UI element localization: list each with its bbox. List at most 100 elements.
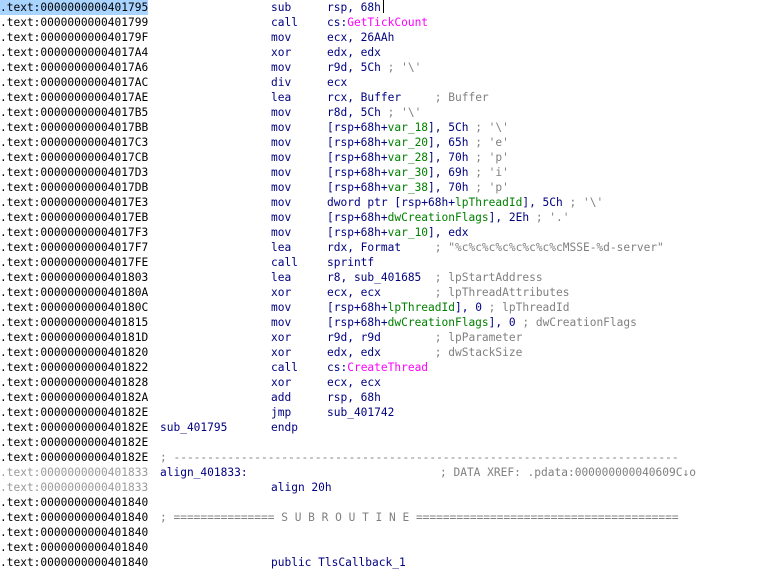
instruction-mnemonic[interactable]: mov [271, 225, 291, 240]
code-line[interactable]: .text:0000000000401815 mov [rsp+68h+dwCrea… [0, 315, 759, 330]
stack-variable-name[interactable]: var_28 [388, 151, 428, 164]
instruction-mnemonic[interactable]: lea [271, 270, 291, 285]
code-line[interactable]: .text:00000000004017AC div ecx [0, 75, 759, 90]
instruction-mnemonic[interactable]: call [271, 360, 298, 375]
instruction-operands[interactable]: [rsp+68h+var_28], 70h ; 'p' [327, 150, 509, 165]
instruction-mnemonic[interactable]: jmp [271, 405, 291, 420]
instruction-operands[interactable]: edx, edx ; dwStackSize [327, 345, 522, 360]
code-line[interactable]: .text:00000000004017E3 mov dword ptr [rsp+… [0, 195, 759, 210]
instruction-mnemonic[interactable]: call [271, 255, 298, 270]
code-line[interactable]: .text:000000000040179F mov ecx, 26AAh [0, 30, 759, 45]
code-line[interactable]: .text:00000000004017BB mov [rsp+68h+var_18… [0, 120, 759, 135]
instruction-mnemonic[interactable]: add [271, 390, 291, 405]
instruction-operands[interactable]: [rsp+68h+lpThreadId], 0 ; lpThreadId [327, 300, 570, 315]
code-line[interactable]: .text:00000000004017A4 xor edx, edx [0, 45, 759, 60]
instruction-operands[interactable]: rcx, Buffer ; Buffer [327, 90, 489, 105]
instruction-operands[interactable]: [rsp+68h+var_18], 5Ch ; '\' [327, 120, 509, 135]
code-line[interactable]: .text:0000000000401840 public TlsCallback… [0, 555, 759, 570]
code-line[interactable]: .text:000000000040182A add rsp, 68h [0, 390, 759, 405]
instruction-mnemonic[interactable]: mov [271, 195, 291, 210]
instruction-operands[interactable]: [rsp+68h+dwCreationFlags], 0 ; dwCreatio… [327, 315, 637, 330]
instruction-operands[interactable]: rsp, 68h [327, 390, 381, 405]
code-line[interactable]: .text:00000000004017F7 lea rdx, Format ; "… [0, 240, 759, 255]
instruction-mnemonic[interactable]: mov [271, 150, 291, 165]
instruction-mnemonic[interactable]: div [271, 75, 291, 90]
instruction-operands[interactable]: [rsp+68h+var_20], 65h ; 'e' [327, 135, 509, 150]
instruction-operands[interactable]: ecx, ecx ; lpThreadAttributes [327, 285, 570, 300]
instruction-mnemonic[interactable]: mov [271, 120, 291, 135]
instruction-mnemonic[interactable]: mov [271, 60, 291, 75]
blank-line[interactable]: .text:0000000000401840 [0, 495, 759, 510]
instruction-operands[interactable]: sprintf [327, 255, 374, 270]
code-line[interactable]: .text:00000000004017AE lea rcx, Buffer ; B… [0, 90, 759, 105]
stack-variable-name[interactable]: var_30 [388, 166, 428, 179]
function-label[interactable]: sub_401795 [160, 420, 227, 435]
code-line[interactable]: .text:00000000004017EB mov [rsp+68h+dwCrea… [0, 210, 759, 225]
code-line[interactable]: .text:000000000040181D xor r9d, r9d ; lpPa… [0, 330, 759, 345]
instruction-mnemonic[interactable]: mov [271, 30, 291, 45]
instruction-operands[interactable]: ecx, ecx [327, 375, 381, 390]
code-line[interactable]: .text:00000000004017D3 mov [rsp+68h+var_30… [0, 165, 759, 180]
public-declaration[interactable]: public TlsCallback_1 [271, 555, 406, 570]
instruction-operands[interactable]: rsp, 68h [327, 0, 384, 15]
stack-variable-name[interactable]: var_20 [388, 136, 428, 149]
instruction-operands[interactable]: r9d, 5Ch ; '\' [327, 60, 421, 75]
code-line[interactable]: .text:0000000000401828 xor ecx, ecx [0, 375, 759, 390]
instruction-operands[interactable]: r8d, 5Ch ; '\' [327, 105, 421, 120]
imported-function-name[interactable]: GetTickCount [347, 16, 428, 29]
instruction-operands[interactable]: dword ptr [rsp+68h+lpThreadId], 5Ch ; '\… [327, 195, 603, 210]
stack-variable-name[interactable]: dwCreationFlags [388, 211, 489, 224]
instruction-operands[interactable]: sub_401742 [327, 405, 394, 420]
instruction-operands[interactable]: r8, sub_401685 ; lpStartAddress [327, 270, 543, 285]
code-line[interactable]: .text:00000000004017CB mov [rsp+68h+var_28… [0, 150, 759, 165]
instruction-mnemonic[interactable]: mov [271, 105, 291, 120]
separator-line[interactable]: .text:0000000000401840 ; =============== … [0, 510, 759, 525]
instruction-mnemonic[interactable]: lea [271, 240, 291, 255]
code-line[interactable]: .text:00000000004017A6 mov r9d, 5Ch ; '\' [0, 60, 759, 75]
blank-line[interactable]: .text:000000000040182E [0, 435, 759, 450]
instruction-operands[interactable]: ecx, 26AAh [327, 30, 394, 45]
instruction-mnemonic[interactable]: sub [271, 0, 291, 15]
instruction-mnemonic[interactable]: xor [271, 45, 291, 60]
code-line[interactable]: .text:00000000004017DB mov [rsp+68h+var_38… [0, 180, 759, 195]
instruction-operands[interactable]: edx, edx [327, 45, 381, 60]
code-line[interactable]: .text:000000000040182E jmp sub_401742 [0, 405, 759, 420]
instruction-mnemonic[interactable]: mov [271, 315, 291, 330]
code-line[interactable]: .text:00000000004017B5 mov r8d, 5Ch ; '\' [0, 105, 759, 120]
instruction-mnemonic[interactable]: mov [271, 300, 291, 315]
code-line[interactable]: .text:00000000004017C3 mov [rsp+68h+var_20… [0, 135, 759, 150]
data-xref-comment[interactable]: ; DATA XREF: .pdata:000000000040609C↓o [440, 465, 696, 480]
code-line[interactable]: .text:00000000004017FE call sprintf [0, 255, 759, 270]
instruction-mnemonic[interactable]: xor [271, 375, 291, 390]
code-line[interactable]: .text:0000000000401822 call cs:CreateThrea… [0, 360, 759, 375]
align-label[interactable]: align_401833: [160, 465, 248, 480]
stack-variable-name[interactable]: var_18 [388, 121, 428, 134]
instruction-operands[interactable]: r9d, r9d ; lpParameter [327, 330, 522, 345]
instruction-operands[interactable]: cs:GetTickCount [327, 15, 428, 30]
code-line[interactable]: .text:000000000040182E sub_401795 endp [0, 420, 759, 435]
instruction-mnemonic[interactable]: call [271, 15, 298, 30]
instruction-mnemonic[interactable]: xor [271, 330, 291, 345]
code-line[interactable]: .text:0000000000401833 align 20h [0, 480, 759, 495]
instruction-operands[interactable]: [rsp+68h+var_10], edx [327, 225, 468, 240]
stack-variable-name[interactable]: var_10 [388, 226, 428, 239]
code-line[interactable]: .text:00000000004017F3 mov [rsp+68h+var_10… [0, 225, 759, 240]
disassembly-view[interactable]: .text:0000000000401795 sub rsp, 68h .text:0… [0, 0, 759, 573]
code-line[interactable]: .text:0000000000401833 align_401833: ; DAT… [0, 465, 759, 480]
code-line[interactable]: .text:0000000000401803 lea r8, sub_401685 … [0, 270, 759, 285]
instruction-mnemonic[interactable]: mov [271, 165, 291, 180]
stack-variable-name[interactable]: var_38 [388, 181, 428, 194]
code-line[interactable]: .text:0000000000401820 xor edx, edx ; dwSt… [0, 345, 759, 360]
code-line[interactable]: .text:0000000000401795 sub rsp, 68h [0, 0, 759, 15]
code-line[interactable]: .text:000000000040180A xor ecx, ecx ; lpTh… [0, 285, 759, 300]
instruction-operands[interactable]: [rsp+68h+var_38], 70h ; 'p' [327, 180, 509, 195]
imported-function-name[interactable]: CreateThread [347, 361, 428, 374]
instruction-operands[interactable]: [rsp+68h+dwCreationFlags], 2Eh ; '.' [327, 210, 570, 225]
instruction-operands[interactable]: [rsp+68h+var_30], 69h ; 'i' [327, 165, 509, 180]
instruction-mnemonic[interactable]: lea [271, 90, 291, 105]
instruction-operands[interactable]: cs:CreateThread [327, 360, 428, 375]
blank-line[interactable]: .text:0000000000401840 [0, 540, 759, 555]
code-line[interactable]: .text:000000000040180C mov [rsp+68h+lpThre… [0, 300, 759, 315]
stack-variable-name[interactable]: lpThreadId [388, 301, 455, 314]
instruction-mnemonic[interactable]: xor [271, 345, 291, 360]
